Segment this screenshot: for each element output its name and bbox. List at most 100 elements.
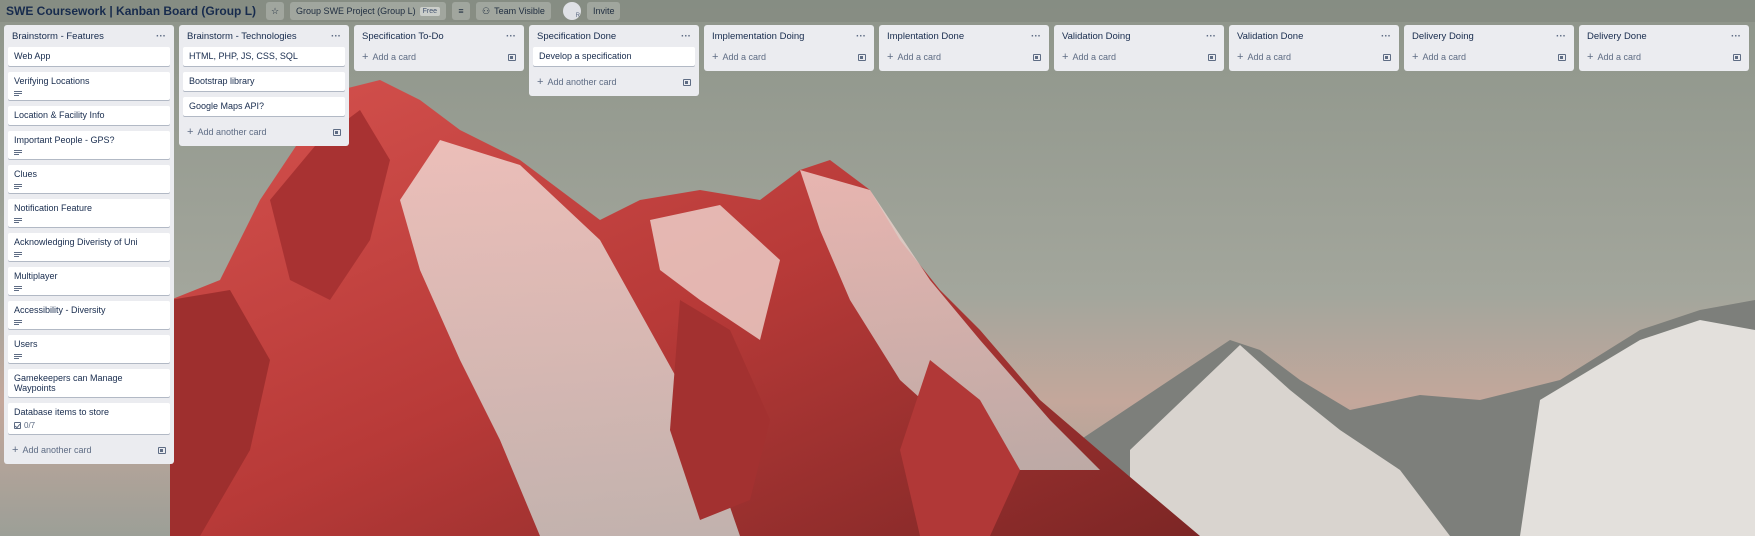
card-template-icon[interactable] <box>333 128 341 136</box>
plus-icon: + <box>1587 51 1594 63</box>
card[interactable]: Acknowledging Diveristy of Uni <box>8 233 170 261</box>
plus-icon: + <box>712 51 719 63</box>
list-brainstorm-technologies: Brainstorm - Technologies ··· HTML, PHP,… <box>179 25 349 146</box>
more-dots-icon[interactable]: ··· <box>1731 31 1741 42</box>
add-card-button[interactable]: + Add a card <box>1583 47 1745 67</box>
card[interactable]: Multiplayer <box>8 267 170 295</box>
add-card-label: Add another card <box>547 77 617 87</box>
card-title: Users <box>14 339 38 349</box>
card[interactable]: Notification Feature <box>8 199 170 227</box>
checklist-count: 0/7 <box>24 421 36 430</box>
card[interactable]: Accessibility - Diversity <box>8 301 170 329</box>
list-title[interactable]: Delivery Doing <box>1412 31 1474 42</box>
member-avatar[interactable]: R <box>562 2 581 20</box>
list-title[interactable]: Specification Done <box>537 31 616 42</box>
card-template-icon[interactable] <box>1208 53 1216 61</box>
list-header[interactable]: Delivery Done ··· <box>1583 25 1745 47</box>
card-template-icon[interactable] <box>158 446 166 454</box>
list-specification-done: Specification Done ··· Develop a specifi… <box>529 25 699 96</box>
invite-button[interactable]: Invite <box>586 2 621 20</box>
add-card-button[interactable]: + Add a card <box>1233 47 1395 67</box>
card-template-icon[interactable] <box>1733 53 1741 61</box>
more-dots-icon[interactable]: ··· <box>506 31 516 42</box>
card[interactable]: Develop a specification <box>533 47 695 66</box>
list-implementation-doing: Implementation Doing ··· + Add a card <box>704 25 874 71</box>
list-title[interactable]: Brainstorm - Features <box>12 31 104 42</box>
more-dots-icon[interactable]: ··· <box>856 31 866 42</box>
more-dots-icon[interactable]: ··· <box>1556 31 1566 42</box>
workspace-button[interactable]: Group SWE Project (Group L) Free <box>290 2 446 20</box>
add-card-label: Add a card <box>1422 52 1466 62</box>
list-title[interactable]: Validation Done <box>1237 31 1303 42</box>
add-card-button[interactable]: + Add another card <box>533 72 695 92</box>
card-template-icon[interactable] <box>508 53 516 61</box>
card-title: Bootstrap library <box>189 76 255 86</box>
card-title: Accessibility - Diversity <box>14 305 106 315</box>
list-header[interactable]: Validation Doing ··· <box>1058 25 1220 47</box>
add-card-button[interactable]: + Add another card <box>183 122 345 142</box>
list-delivery-doing: Delivery Doing ··· + Add a card <box>1404 25 1574 71</box>
card[interactable]: Location & Facility Info <box>8 106 170 125</box>
more-dots-icon[interactable]: ··· <box>156 31 166 42</box>
plus-icon: + <box>1412 51 1419 63</box>
list-header[interactable]: Specification To-Do ··· <box>358 25 520 47</box>
board-title[interactable]: SWE Coursework | Kanban Board (Group L) <box>6 4 256 18</box>
more-dots-icon[interactable]: ··· <box>331 31 341 42</box>
list-title[interactable]: Delivery Done <box>1587 31 1647 42</box>
card-template-icon[interactable] <box>1383 53 1391 61</box>
add-card-label: Add a card <box>1072 52 1116 62</box>
card-title: Develop a specification <box>539 51 632 61</box>
add-card-label: Add another card <box>197 127 267 137</box>
card-template-icon[interactable] <box>858 53 866 61</box>
list-title[interactable]: Implementation Doing <box>712 31 804 42</box>
card[interactable]: Web App <box>8 47 170 66</box>
add-card-button[interactable]: + Add a card <box>708 47 870 67</box>
card-template-icon[interactable] <box>1558 53 1566 61</box>
checklist-icon <box>14 422 21 429</box>
list-validation-done: Validation Done ··· + Add a card <box>1229 25 1399 71</box>
list-title[interactable]: Brainstorm - Technologies <box>187 31 297 42</box>
list-header[interactable]: Validation Done ··· <box>1233 25 1395 47</box>
card[interactable]: Important People - GPS? <box>8 131 170 159</box>
more-dots-icon[interactable]: ··· <box>1031 31 1041 42</box>
more-dots-icon[interactable]: ··· <box>1381 31 1391 42</box>
list-header[interactable]: Implementation Doing ··· <box>708 25 870 47</box>
star-button[interactable]: ☆ <box>266 2 285 20</box>
list-header[interactable]: Brainstorm - Features ··· <box>8 25 170 47</box>
add-card-label: Add another card <box>22 445 92 455</box>
list-header[interactable]: Implentation Done ··· <box>883 25 1045 47</box>
list-delivery-done: Delivery Done ··· + Add a card <box>1579 25 1749 71</box>
card[interactable]: Users <box>8 335 170 363</box>
card[interactable]: Verifying Locations <box>8 72 170 100</box>
more-dots-icon[interactable]: ··· <box>681 31 691 42</box>
add-card-button[interactable]: + Add a card <box>1408 47 1570 67</box>
list-title[interactable]: Validation Doing <box>1062 31 1130 42</box>
more-dots-icon[interactable]: ··· <box>1206 31 1216 42</box>
add-card-button[interactable]: + Add a card <box>358 47 520 67</box>
visibility-button[interactable]: ⚇ Team Visible <box>476 2 551 20</box>
card[interactable]: Clues <box>8 165 170 193</box>
list-title[interactable]: Implentation Done <box>887 31 964 42</box>
list-header[interactable]: Specification Done ··· <box>533 25 695 47</box>
card-title: Clues <box>14 169 38 179</box>
card-title: Acknowledging Diveristy of Uni <box>14 237 138 247</box>
add-card-button[interactable]: + Add a card <box>1058 47 1220 67</box>
card[interactable]: Database items to store 0/7 <box>8 403 170 434</box>
card[interactable]: Google Maps API? <box>183 97 345 116</box>
add-card-label: Add a card <box>1247 52 1291 62</box>
description-icon <box>14 251 22 257</box>
list-header[interactable]: Delivery Doing ··· <box>1408 25 1570 47</box>
add-card-button[interactable]: + Add another card <box>8 440 170 460</box>
card-template-icon[interactable] <box>1033 53 1041 61</box>
card[interactable]: Gamekeepers can Manage Waypoints <box>8 369 170 397</box>
card[interactable]: Bootstrap library <box>183 72 345 91</box>
card[interactable]: HTML, PHP, JS, CSS, SQL <box>183 47 345 66</box>
list-title[interactable]: Specification To-Do <box>362 31 444 42</box>
description-icon <box>14 149 22 155</box>
plan-badge: Free <box>419 6 440 16</box>
card-template-icon[interactable] <box>683 78 691 86</box>
card-title: Web App <box>14 51 51 61</box>
add-card-button[interactable]: + Add a card <box>883 47 1045 67</box>
board-menu-button[interactable]: ≡ <box>452 2 470 20</box>
list-header[interactable]: Brainstorm - Technologies ··· <box>183 25 345 47</box>
